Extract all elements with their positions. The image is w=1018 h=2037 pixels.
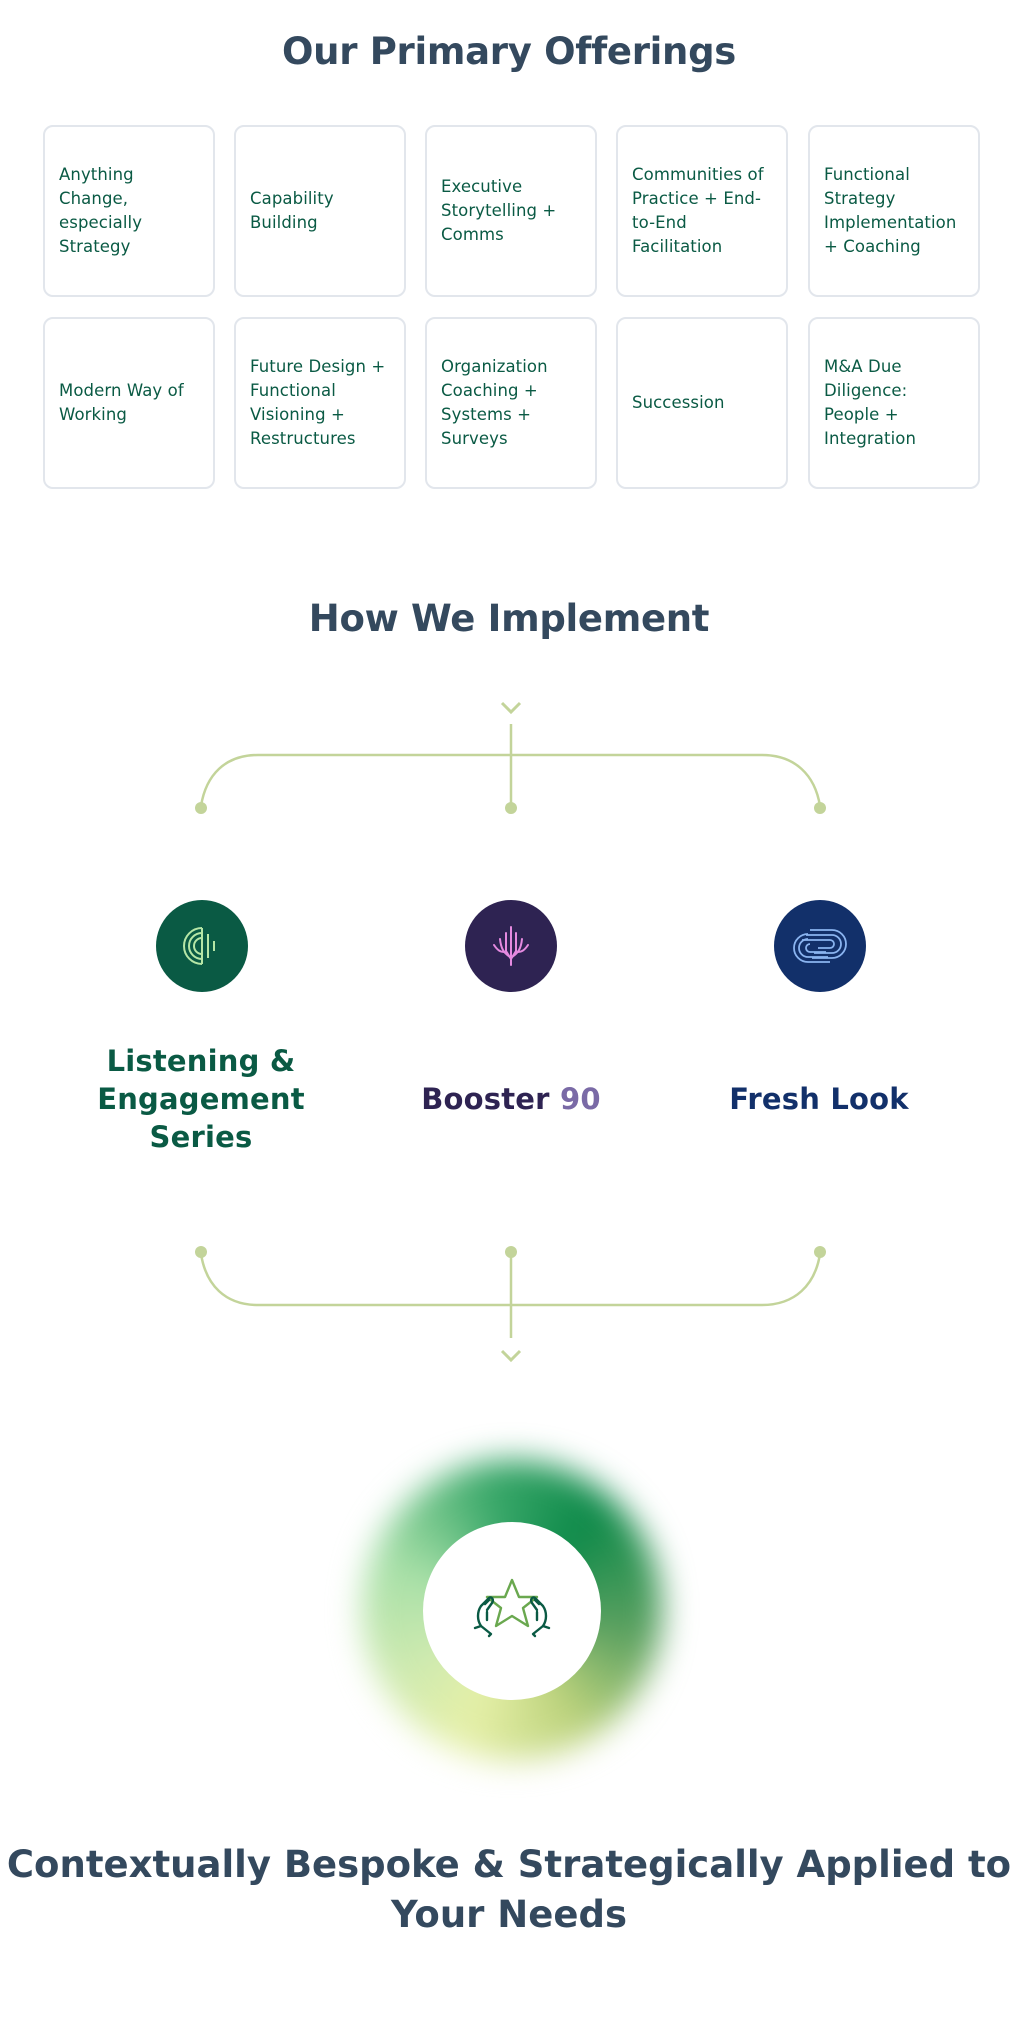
offering-card[interactable]: Executive Storytelling + Comms <box>425 125 597 297</box>
booster-name: Booster <box>421 1082 550 1116</box>
implement-title: How We Implement <box>308 597 710 640</box>
offering-label: Future Design + Functional Visioning + R… <box>250 357 386 448</box>
booster-program-icon-badge[interactable] <box>465 900 557 992</box>
booster-wheat-icon <box>493 926 529 966</box>
chevron-down-icon <box>500 701 522 715</box>
offering-label: Succession <box>632 393 725 412</box>
offerings-title: Our Primary Offerings <box>282 30 736 73</box>
offering-card[interactable]: Capability Building <box>234 125 406 297</box>
fresh-look-swirl-icon <box>793 929 847 963</box>
offering-card[interactable]: M&A Due Diligence: People + Integration <box>808 317 980 489</box>
offering-card[interactable]: Organization Coaching + Systems + Survey… <box>425 317 597 489</box>
bottom-connector <box>195 1246 826 1363</box>
top-connector <box>195 701 826 814</box>
offering-card[interactable]: Modern Way of Working <box>43 317 215 489</box>
offering-label: Organization Coaching + Systems + Survey… <box>441 357 548 448</box>
connector-dot <box>195 802 207 814</box>
offering-card[interactable]: Succession <box>616 317 788 489</box>
hands-holding-star-icon <box>473 1578 551 1638</box>
listening-soundwave-icon <box>183 927 215 965</box>
chevron-down-icon <box>500 1349 522 1363</box>
offering-card[interactable]: Future Design + Functional Visioning + R… <box>234 317 406 489</box>
listening-program-label[interactable]: Listening & Engagement Series <box>71 1042 331 1156</box>
connector-dot <box>505 802 517 814</box>
offering-label: Anything Change, especially Strategy <box>59 165 143 256</box>
closing-title: Contextually Bespoke & Strategically App… <box>6 1843 1012 1936</box>
offering-label: Executive Storytelling + Comms <box>441 177 557 244</box>
offering-label: Communities of Practice + End-to-End Fac… <box>632 165 764 256</box>
booster-program-label[interactable]: Booster 90 <box>381 1080 641 1118</box>
fresh-look-program-icon-badge[interactable] <box>774 900 866 992</box>
fresh-look-program-label[interactable]: Fresh Look <box>689 1080 949 1118</box>
closing-icon-circle <box>423 1522 601 1700</box>
offering-label: Modern Way of Working <box>59 381 184 424</box>
offering-label: Functional Strategy Implementation + Coa… <box>824 165 957 256</box>
offering-label: M&A Due Diligence: People + Integration <box>824 357 917 448</box>
connector-dot <box>814 802 826 814</box>
booster-number: 90 <box>559 1082 601 1116</box>
offering-card[interactable]: Anything Change, especially Strategy <box>43 125 215 297</box>
listening-program-icon-badge[interactable] <box>156 900 248 992</box>
offering-card[interactable]: Communities of Practice + End-to-End Fac… <box>616 125 788 297</box>
offering-card[interactable]: Functional Strategy Implementation + Coa… <box>808 125 980 297</box>
offering-label: Capability Building <box>250 189 334 232</box>
